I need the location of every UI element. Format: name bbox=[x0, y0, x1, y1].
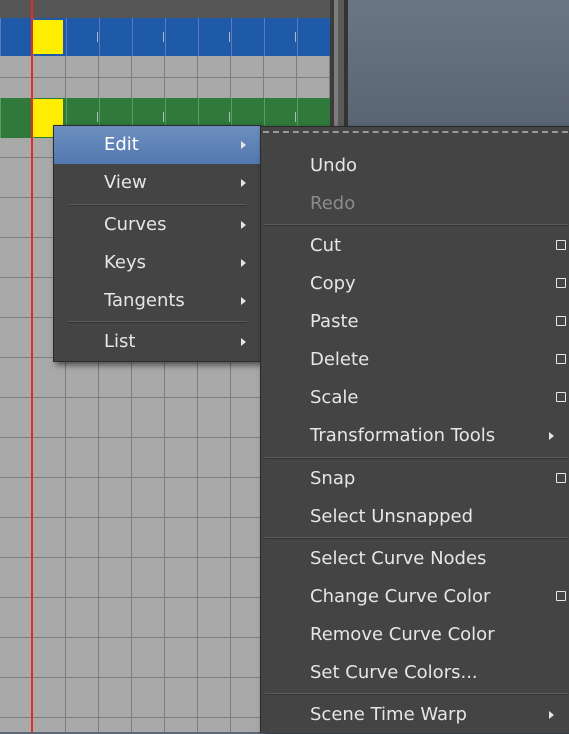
menu-item-scene-time-warp[interactable]: Scene Time Warp bbox=[261, 696, 569, 734]
menu-item-label: Edit bbox=[104, 134, 139, 155]
menu-item-edit[interactable]: Edit bbox=[54, 126, 260, 164]
track-header-strip bbox=[0, 0, 330, 18]
menu-separator bbox=[265, 457, 568, 459]
option-box-icon[interactable] bbox=[556, 473, 566, 483]
context-menu: Edit View Curves Keys Tangents List bbox=[53, 125, 261, 362]
menu-item-label: Delete bbox=[310, 349, 370, 370]
option-box-icon[interactable] bbox=[556, 392, 566, 402]
submenu-arrow-icon bbox=[241, 259, 246, 267]
track-tick bbox=[97, 32, 98, 42]
submenu-arrow-icon bbox=[241, 141, 246, 149]
menu-item-snap[interactable]: Snap bbox=[261, 460, 569, 498]
menu-item-label: Undo bbox=[310, 155, 358, 176]
menu-item-undo[interactable]: Undo bbox=[261, 147, 569, 185]
menu-item-label: Curves bbox=[104, 214, 167, 235]
option-box-icon[interactable] bbox=[556, 354, 566, 364]
option-box-icon[interactable] bbox=[556, 316, 566, 326]
menu-item-curves[interactable]: Curves bbox=[54, 206, 260, 244]
menu-item-label: Select Unsnapped bbox=[310, 506, 474, 527]
option-box-icon[interactable] bbox=[556, 591, 566, 601]
menu-item-label: Tangents bbox=[104, 290, 185, 311]
track-tick bbox=[229, 32, 230, 42]
menu-item-paste[interactable]: Paste bbox=[261, 303, 569, 341]
menu-item-select-unsnapped[interactable]: Select Unsnapped bbox=[261, 498, 569, 536]
edit-submenu: Undo Redo Cut Copy Paste Delete Scale Tr… bbox=[260, 126, 569, 733]
menu-item-copy[interactable]: Copy bbox=[261, 265, 569, 303]
track-tick bbox=[163, 112, 164, 122]
menu-item-label: Keys bbox=[104, 252, 147, 273]
keyframe-marker[interactable] bbox=[33, 20, 63, 54]
menu-separator bbox=[265, 224, 568, 226]
submenu-arrow-icon bbox=[241, 221, 246, 229]
tear-off-handle[interactable] bbox=[263, 131, 568, 133]
submenu-arrow-icon bbox=[241, 297, 246, 305]
submenu-arrow-icon bbox=[549, 711, 554, 719]
menu-separator bbox=[265, 693, 568, 695]
menu-item-delete[interactable]: Delete bbox=[261, 341, 569, 379]
menu-item-cut[interactable]: Cut bbox=[261, 227, 569, 265]
menu-item-redo: Redo bbox=[261, 185, 569, 223]
menu-item-label: Paste bbox=[310, 311, 359, 332]
menu-item-select-curve-nodes[interactable]: Select Curve Nodes bbox=[261, 540, 569, 578]
track-tick bbox=[295, 32, 296, 42]
time-cursor[interactable] bbox=[31, 0, 33, 732]
menu-item-view[interactable]: View bbox=[54, 164, 260, 202]
menu-item-label: Change Curve Color bbox=[310, 586, 491, 607]
menu-item-tangents[interactable]: Tangents bbox=[54, 282, 260, 320]
track-tick bbox=[229, 112, 230, 122]
menu-item-scale[interactable]: Scale bbox=[261, 379, 569, 417]
menu-item-label: Remove Curve Color bbox=[310, 624, 495, 645]
menu-item-label: Snap bbox=[310, 468, 356, 489]
menu-item-label: Transformation Tools bbox=[310, 425, 496, 446]
menu-item-set-curve-colors[interactable]: Set Curve Colors... bbox=[261, 654, 569, 692]
option-box-icon[interactable] bbox=[556, 278, 566, 288]
menu-item-remove-curve-color[interactable]: Remove Curve Color bbox=[261, 616, 569, 654]
menu-item-label: Select Curve Nodes bbox=[310, 548, 487, 569]
menu-item-label: Scene Time Warp bbox=[310, 704, 467, 725]
menu-item-keys[interactable]: Keys bbox=[54, 244, 260, 282]
submenu-arrow-icon bbox=[241, 338, 246, 346]
menu-item-label: Cut bbox=[310, 235, 342, 256]
submenu-arrow-icon bbox=[241, 179, 246, 187]
menu-item-label: Copy bbox=[310, 273, 356, 294]
menu-item-change-curve-color[interactable]: Change Curve Color bbox=[261, 578, 569, 616]
menu-item-label: Scale bbox=[310, 387, 359, 408]
menu-item-transformation-tools[interactable]: Transformation Tools bbox=[261, 417, 569, 455]
menu-item-label: List bbox=[104, 331, 136, 352]
menu-item-label: Set Curve Colors... bbox=[310, 662, 478, 683]
track-tick bbox=[295, 112, 296, 122]
track-tick bbox=[97, 112, 98, 122]
menu-item-label: View bbox=[104, 172, 147, 193]
submenu-arrow-icon bbox=[549, 432, 554, 440]
menu-item-list[interactable]: List bbox=[54, 323, 260, 361]
track-tick bbox=[163, 32, 164, 42]
menu-item-label: Redo bbox=[310, 193, 356, 214]
option-box-icon[interactable] bbox=[556, 240, 566, 250]
menu-separator bbox=[265, 537, 568, 539]
